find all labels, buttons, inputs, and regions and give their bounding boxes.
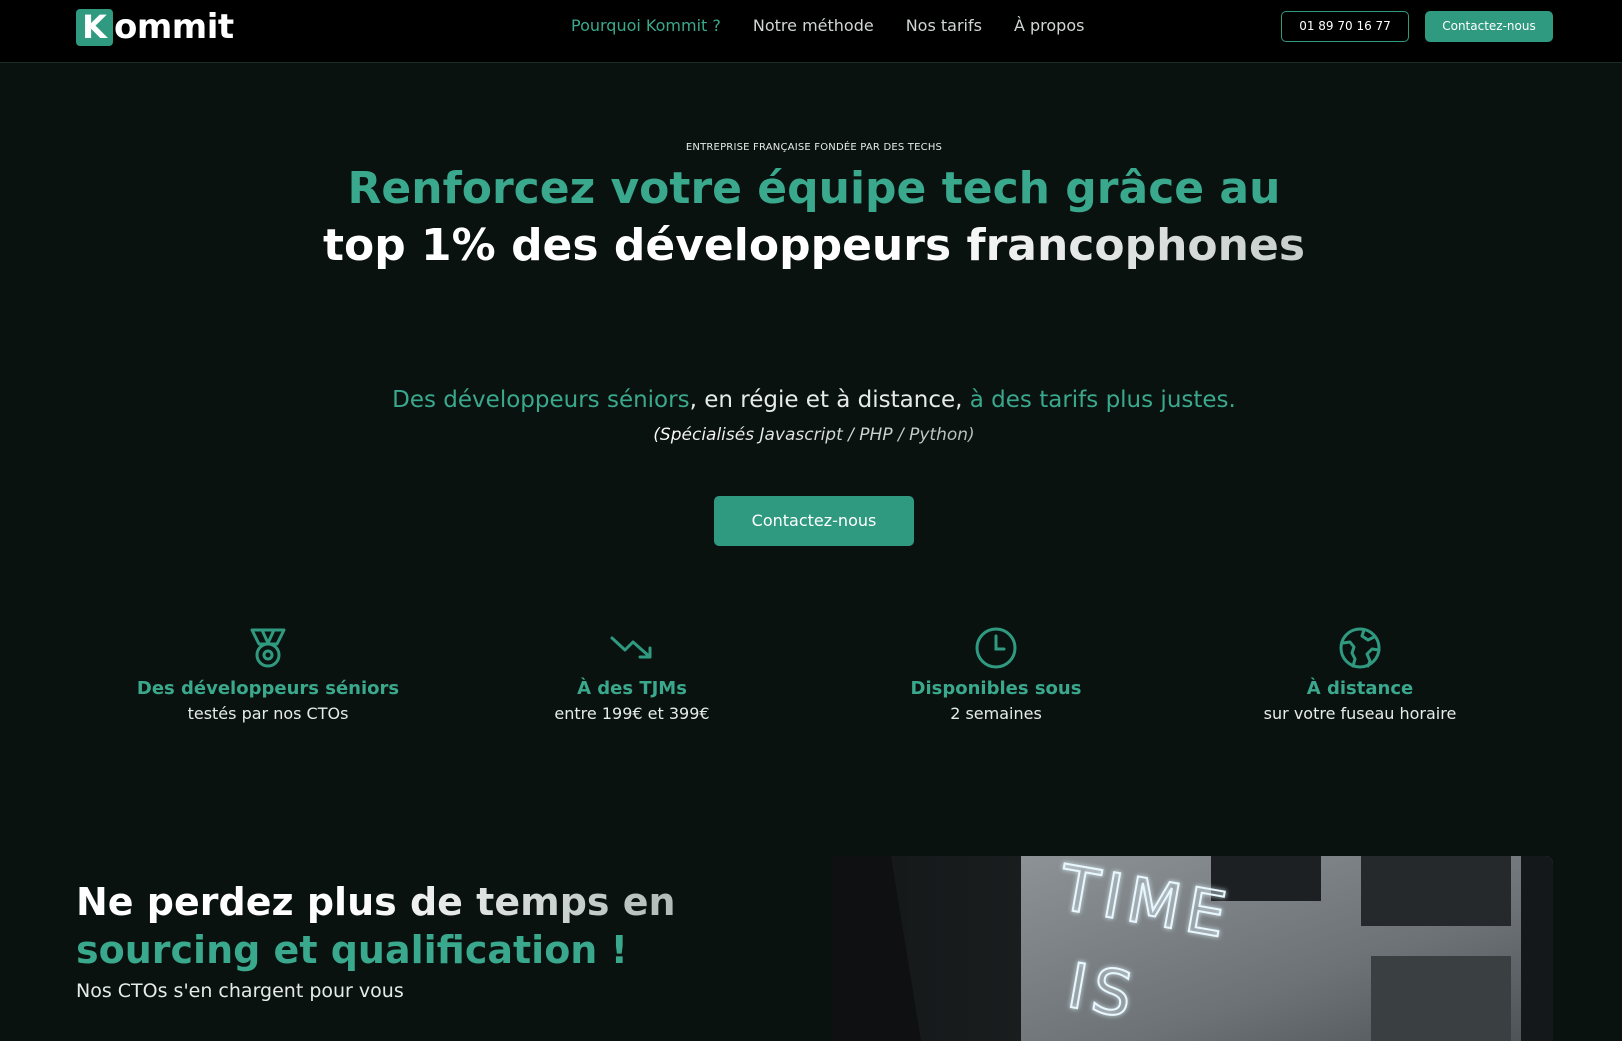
neon-word-is: IS — [1062, 949, 1143, 1033]
nav-link-nos-tarifs[interactable]: Nos tarifs — [906, 14, 982, 38]
hero-subtitle-middle: , en régie et à distance, — [689, 387, 970, 413]
section-title-part1: Ne perdez plus de temps en — [76, 880, 676, 924]
feature-tjm: À des TJMs entre 199€ et 399€ — [482, 626, 782, 726]
nav-link-a-propos[interactable]: À propos — [1014, 14, 1084, 38]
hero-contact-button[interactable]: Contactez-nous — [714, 496, 914, 546]
kommit-logo[interactable]: K ommit — [76, 8, 234, 46]
main-nav: Pourquoi Kommit ? Notre méthode Nos tari… — [571, 14, 1116, 38]
hero-title: Renforcez votre équipe tech grâce au top… — [0, 160, 1622, 274]
section-sourcing-subtitle: Nos CTOs s'en chargent pour vous — [76, 980, 404, 1002]
nav-link-pourquoi-kommit[interactable]: Pourquoi Kommit ? — [571, 14, 721, 38]
logo-k-badge: K — [76, 8, 113, 46]
feature-availability: Disponibles sous 2 semaines — [846, 626, 1146, 726]
hero-subtitle-highlight-2: à des tarifs plus justes. — [969, 387, 1236, 413]
neon-time-is-illustration: TIME IS — [831, 856, 1553, 1041]
medal-icon — [250, 628, 286, 668]
hero-specialties: (Spécialisés Javascript / PHP / Python) — [0, 423, 1622, 447]
hero-eyebrow: ENTREPRISE FRANÇAISE FONDÉE PAR DES TECH… — [685, 142, 943, 153]
globe-icon — [1339, 627, 1381, 669]
hero-title-line1: Renforcez votre équipe tech grâce au — [347, 163, 1281, 214]
feature-senior-devs: Des développeurs séniors testés par nos … — [118, 626, 418, 726]
clock-icon — [975, 627, 1017, 669]
feature-subtitle: entre 199€ et 399€ — [554, 704, 710, 723]
feature-title: Des développeurs séniors — [136, 678, 400, 699]
section-title-highlight: sourcing et qualification ! — [76, 928, 628, 972]
hero-subtitle-highlight-1: Des développeurs séniors — [392, 387, 690, 413]
feature-remote: À distance sur votre fuseau horaire — [1210, 626, 1510, 726]
hero-title-line2: top 1% des développeurs francophones — [0, 217, 1622, 274]
site-header: K ommit Pourquoi Kommit ? Notre méthode … — [0, 0, 1622, 63]
hero-subtitle: Des développeurs séniors, en régie et à … — [0, 384, 1622, 416]
trending-down-icon — [610, 636, 652, 659]
feature-subtitle: 2 semaines — [950, 704, 1042, 723]
section-sourcing-title: Ne perdez plus de temps en sourcing et q… — [76, 878, 796, 974]
feature-title: Disponibles sous — [910, 678, 1082, 699]
neon-sign-photo: TIME IS — [831, 856, 1553, 1041]
header-contact-button[interactable]: Contactez-nous — [1425, 11, 1553, 42]
nav-link-notre-methode[interactable]: Notre méthode — [753, 14, 874, 38]
feature-title: À des TJMs — [577, 678, 687, 699]
phone-button[interactable]: 01 89 70 16 77 — [1281, 11, 1409, 42]
feature-subtitle: sur votre fuseau horaire — [1263, 704, 1457, 723]
feature-subtitle: testés par nos CTOs — [187, 704, 349, 723]
feature-title: À distance — [1306, 678, 1414, 699]
hero-specialties-text: (Spécialisés Javascript / PHP / Python) — [653, 425, 975, 445]
logo-wordmark: ommit — [114, 7, 234, 47]
